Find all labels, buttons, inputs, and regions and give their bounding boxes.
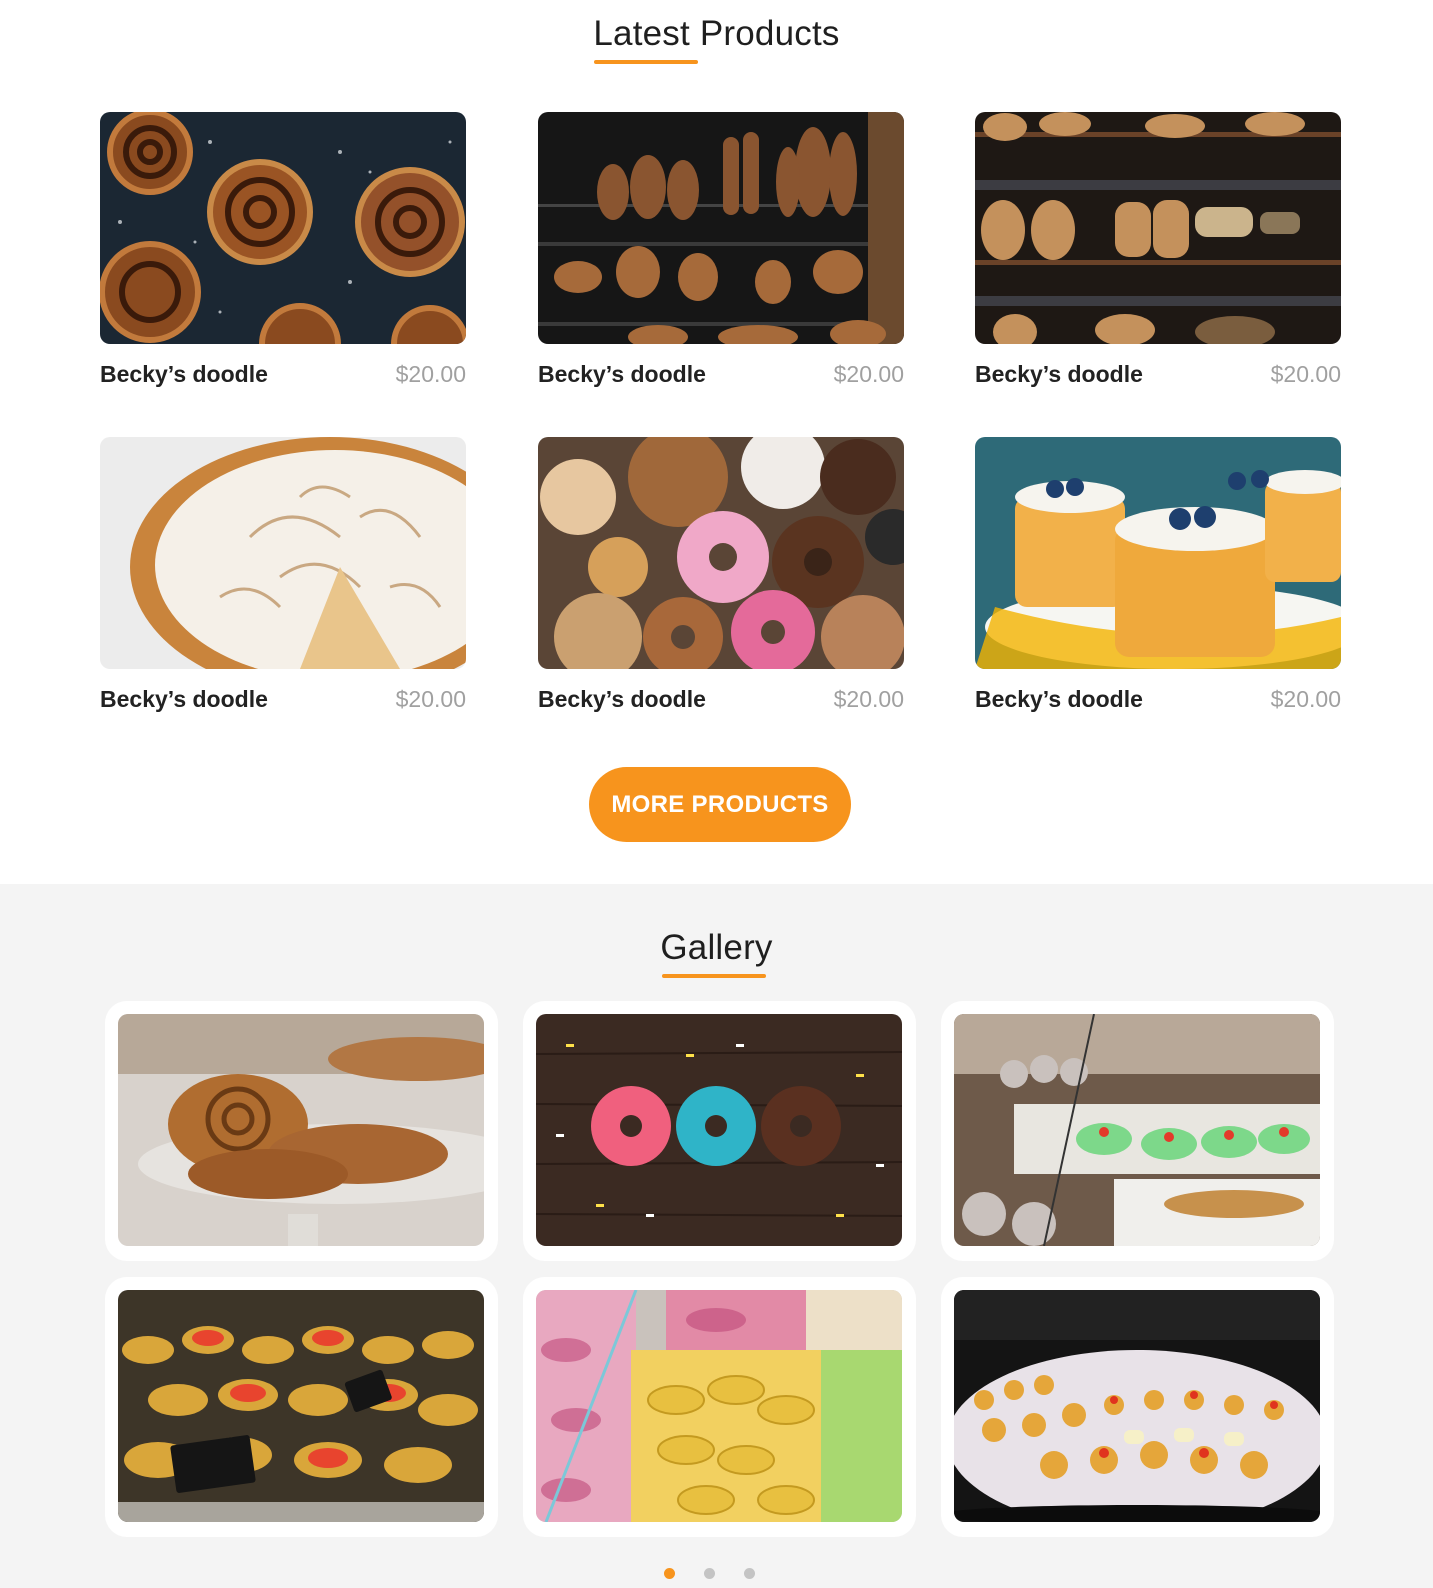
gallery-image-pastries-display[interactable] (118, 1014, 484, 1246)
gallery-image-macarons[interactable] (536, 1290, 902, 1522)
product-card[interactable]: Becky’s doodle $20.00 (538, 112, 904, 398)
gallery-title: Gallery (660, 928, 773, 967)
product-image-meringue-pie[interactable] (100, 437, 466, 669)
gallery-card[interactable] (105, 1001, 498, 1261)
product-image-bread-shelves[interactable] (538, 112, 904, 344)
gallery-image-pastry-case[interactable] (954, 1290, 1320, 1522)
gallery-card[interactable] (941, 1001, 1334, 1261)
pagination-dot-3[interactable] (744, 1568, 755, 1579)
product-price: $20.00 (1270, 361, 1341, 387)
more-products-button[interactable]: MORE PRODUCTS (589, 767, 851, 842)
product-image-cinnamon-rolls[interactable] (100, 112, 466, 344)
product-card[interactable]: Becky’s doodle $20.00 (100, 437, 466, 723)
product-price: $20.00 (395, 361, 466, 387)
gallery-card[interactable] (523, 1277, 916, 1537)
gallery-card[interactable] (523, 1001, 916, 1261)
gallery-card[interactable] (105, 1277, 498, 1537)
gallery-image-cannoli-counter[interactable] (954, 1014, 1320, 1246)
product-name[interactable]: Becky’s doodle (538, 686, 706, 713)
product-image-sourdough-rack[interactable] (975, 112, 1341, 344)
product-image-blueberry-cakes[interactable] (975, 437, 1341, 669)
pagination-dot-1[interactable] (664, 1568, 675, 1579)
product-image-donuts-assortment[interactable] (538, 437, 904, 669)
product-card[interactable]: Becky’s doodle $20.00 (975, 437, 1341, 723)
product-price: $20.00 (395, 686, 466, 712)
product-price: $20.00 (833, 361, 904, 387)
product-name[interactable]: Becky’s doodle (975, 361, 1143, 388)
product-price: $20.00 (833, 686, 904, 712)
latest-products-underline (594, 60, 698, 64)
latest-products-title: Latest Products (593, 14, 840, 53)
product-name[interactable]: Becky’s doodle (100, 686, 268, 713)
product-name[interactable]: Becky’s doodle (538, 361, 706, 388)
gallery-underline (662, 974, 766, 978)
product-card[interactable]: Becky’s doodle $20.00 (538, 437, 904, 723)
gallery-card[interactable] (941, 1277, 1334, 1537)
product-name[interactable]: Becky’s doodle (975, 686, 1143, 713)
pagination-dot-2[interactable] (704, 1568, 715, 1579)
gallery-image-sprinkle-donuts[interactable] (536, 1014, 902, 1246)
gallery-image-tarts-display[interactable] (118, 1290, 484, 1522)
product-card[interactable]: Becky’s doodle $20.00 (975, 112, 1341, 398)
product-price: $20.00 (1270, 686, 1341, 712)
product-name[interactable]: Becky’s doodle (100, 361, 268, 388)
product-card[interactable]: Becky’s doodle $20.00 (100, 112, 466, 398)
